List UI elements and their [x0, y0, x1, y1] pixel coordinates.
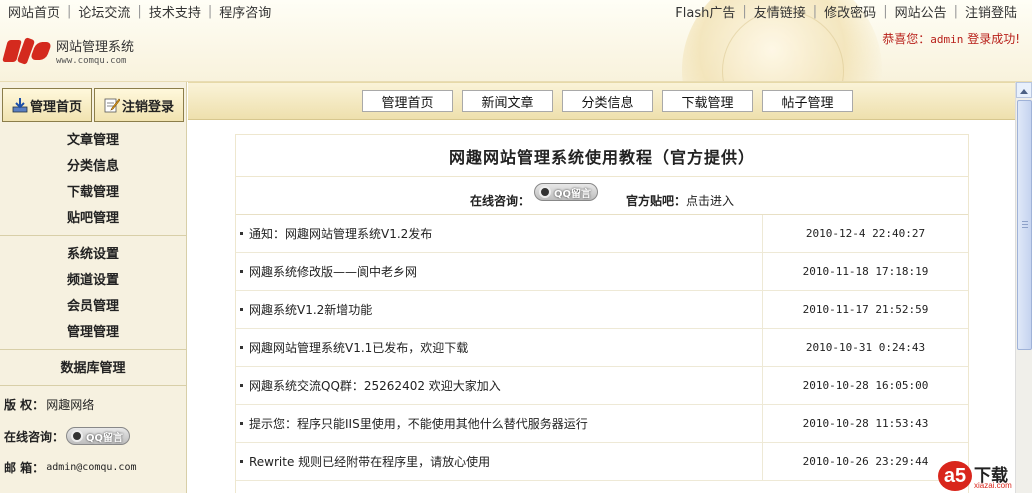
- nav-forum[interactable]: 论坛交流: [71, 2, 137, 21]
- nav-site-home[interactable]: 网站首页: [1, 2, 67, 21]
- page-title: 网趣网站管理系统使用教程（官方提供）: [236, 135, 968, 177]
- sidebar-item-admins[interactable]: 管理管理: [0, 320, 186, 346]
- chevron-up-icon: [1020, 83, 1028, 97]
- nav-consult[interactable]: 程序咨询: [212, 2, 278, 21]
- news-title-link[interactable]: 提示您：程序只能IIS里使用，不能使用其他什么替代服务器运行: [249, 415, 588, 432]
- sidebar-item-downloads[interactable]: 下载管理: [0, 180, 186, 206]
- menu-group-database: 数据库管理: [0, 356, 186, 386]
- table-row: 网趣系统交流QQ群：25262402 欢迎大家加入 2010-10-28 16:…: [236, 367, 968, 405]
- sidebar-admin-home-button[interactable]: 管理首页: [2, 88, 92, 122]
- sidebar-item-channel-settings[interactable]: 频道设置: [0, 268, 186, 294]
- nav-change-password[interactable]: 修改密码: [817, 2, 883, 21]
- watermark-mark: a5: [938, 461, 972, 491]
- news-title-link[interactable]: 通知：网趣网站管理系统V1.2发布: [249, 225, 432, 242]
- nav-announcement[interactable]: 网站公告: [888, 2, 954, 21]
- main-content: 管理首页 新闻文章 分类信息 下载管理 帖子管理 网趣网站管理系统使用教程（官方…: [188, 82, 1015, 493]
- news-title-link[interactable]: 网趣网站管理系统V1.1已发布，欢迎下载: [249, 339, 468, 356]
- sidebar-item-forum[interactable]: 贴吧管理: [0, 206, 186, 232]
- table-row: 网趣系统V1.2新增功能 2010-11-17 21:52:59: [236, 291, 968, 329]
- menu-group-system: 系统设置 频道设置 会员管理 管理管理: [0, 242, 186, 350]
- news-panel: 网趣网站管理系统使用教程（官方提供） 在线咨询： QQ留言 官方贴吧： 点击进入 …: [235, 134, 969, 493]
- news-date: 2010-10-28 11:53:43: [802, 417, 929, 430]
- header: 网站首页 | 论坛交流 | 技术支持 | 程序咨询 Flash广告 | 友情链接 | 修改…: [0, 0, 1032, 82]
- scroll-up-button[interactable]: [1016, 82, 1032, 98]
- welcome-username: admin: [930, 33, 964, 46]
- news-title-link[interactable]: 网趣系统交流QQ群：25262402 欢迎大家加入: [249, 377, 501, 394]
- bullet-icon: [240, 270, 243, 273]
- nav-friend-links[interactable]: 友情链接: [747, 2, 813, 21]
- logo-url: www.comqu.com: [56, 56, 127, 66]
- pencil-note-icon: [104, 97, 121, 113]
- download-arrow-icon: [12, 97, 28, 113]
- bullet-icon: [240, 232, 243, 235]
- table-row: 网趣系统修改版——阆中老乡网 2010-11-18 17:18:19: [236, 253, 968, 291]
- tab-news[interactable]: 新闻文章: [462, 90, 553, 112]
- bullet-icon: [240, 422, 243, 425]
- news-title-link[interactable]: 网趣系统V1.2新增功能: [249, 301, 372, 318]
- tab-categories[interactable]: 分类信息: [562, 90, 653, 112]
- sidebar-item-categories[interactable]: 分类信息: [0, 154, 186, 180]
- main-tab-bar: 管理首页 新闻文章 分类信息 下载管理 帖子管理: [188, 82, 1015, 120]
- bullet-icon: [240, 384, 243, 387]
- logo-title: 网站管理系统: [56, 40, 135, 55]
- vertical-scrollbar[interactable]: [1015, 82, 1032, 493]
- top-nav-left: 网站首页 | 论坛交流 | 技术支持 | 程序咨询: [1, 2, 278, 21]
- email-row: 邮 箱： admin@comqu.com: [4, 461, 137, 475]
- news-date: 2010-10-28 16:05:00: [802, 379, 929, 392]
- news-date: 2010-12-4 22:40:27: [805, 227, 926, 240]
- table-row: Rewrite 规则已经附带在程序里，请放心使用 2010-10-26 23:2…: [236, 443, 968, 481]
- main-qq-message-button[interactable]: QQ留言: [533, 183, 598, 201]
- news-title-link[interactable]: 网趣系统修改版——阆中老乡网: [249, 263, 417, 280]
- menu-group-content: 文章管理 分类信息 下载管理 贴吧管理: [0, 128, 186, 236]
- top-nav-right: Flash广告 | 友情链接 | 修改密码 | 网站公告 | 注销登陆: [668, 2, 1024, 21]
- nav-flash-ads[interactable]: Flash广告: [668, 2, 742, 21]
- watermark-logo: a5 下载 xiazai.com: [938, 460, 1028, 492]
- nav-logout[interactable]: 注销登陆: [958, 2, 1024, 21]
- table-row: 通知：网趣网站管理系统V1.2发布 2010-12-4 22:40:27: [236, 215, 968, 253]
- welcome-message: 恭喜您：admin 登录成功!: [882, 32, 1020, 46]
- forum-enter-link[interactable]: 点击进入: [686, 192, 734, 209]
- tab-admin-home[interactable]: 管理首页: [362, 90, 453, 112]
- bullet-icon: [240, 460, 243, 463]
- sidebar-item-system-settings[interactable]: 系统设置: [0, 242, 186, 268]
- copyright-row: 版 权： 网趣网络: [4, 398, 95, 412]
- sidebar-item-articles[interactable]: 文章管理: [0, 128, 186, 154]
- consult-bar: 在线咨询： QQ留言 官方贴吧： 点击进入: [236, 177, 968, 215]
- news-date: 2010-11-18 17:18:19: [802, 265, 929, 278]
- consult-row: 在线咨询： QQ留言: [4, 427, 182, 445]
- scrollbar-thumb[interactable]: [1017, 100, 1032, 350]
- sidebar-item-members[interactable]: 会员管理: [0, 294, 186, 320]
- news-date: 2010-10-31 0:24:43: [805, 341, 926, 354]
- news-title-link[interactable]: Rewrite 规则已经附带在程序里，请放心使用: [249, 453, 490, 470]
- sidebar-item-database[interactable]: 数据库管理: [0, 356, 186, 382]
- sidebar: 管理首页 注销登录 文章管理 分类信息 下载管理 贴吧管理 系统设置 频道设置 …: [0, 82, 187, 493]
- logo-calligraphy-icon: [2, 36, 53, 66]
- sidebar-logout-button[interactable]: 注销登录: [94, 88, 184, 122]
- qq-penguin-icon: [71, 430, 84, 442]
- news-date: 2010-11-17 21:52:59: [802, 303, 929, 316]
- tab-posts[interactable]: 帖子管理: [762, 90, 853, 112]
- table-row: 网趣网站管理系统V1.1已发布，欢迎下载 2010-10-31 0:24:43: [236, 329, 968, 367]
- nav-support[interactable]: 技术支持: [142, 2, 208, 21]
- sidebar-info: 版 权： 网趣网络 在线咨询： QQ留言 邮 箱： admin@comqu.com: [0, 386, 186, 476]
- tab-downloads[interactable]: 下载管理: [662, 90, 753, 112]
- bullet-icon: [240, 308, 243, 311]
- bullet-icon: [240, 346, 243, 349]
- logo: 网站管理系统 www.comqu.com: [2, 36, 135, 66]
- qq-penguin-icon: [538, 186, 551, 198]
- table-row: 提示您：程序只能IIS里使用，不能使用其他什么替代服务器运行 2010-10-2…: [236, 405, 968, 443]
- sidebar-qq-message-button[interactable]: QQ留言: [66, 427, 131, 445]
